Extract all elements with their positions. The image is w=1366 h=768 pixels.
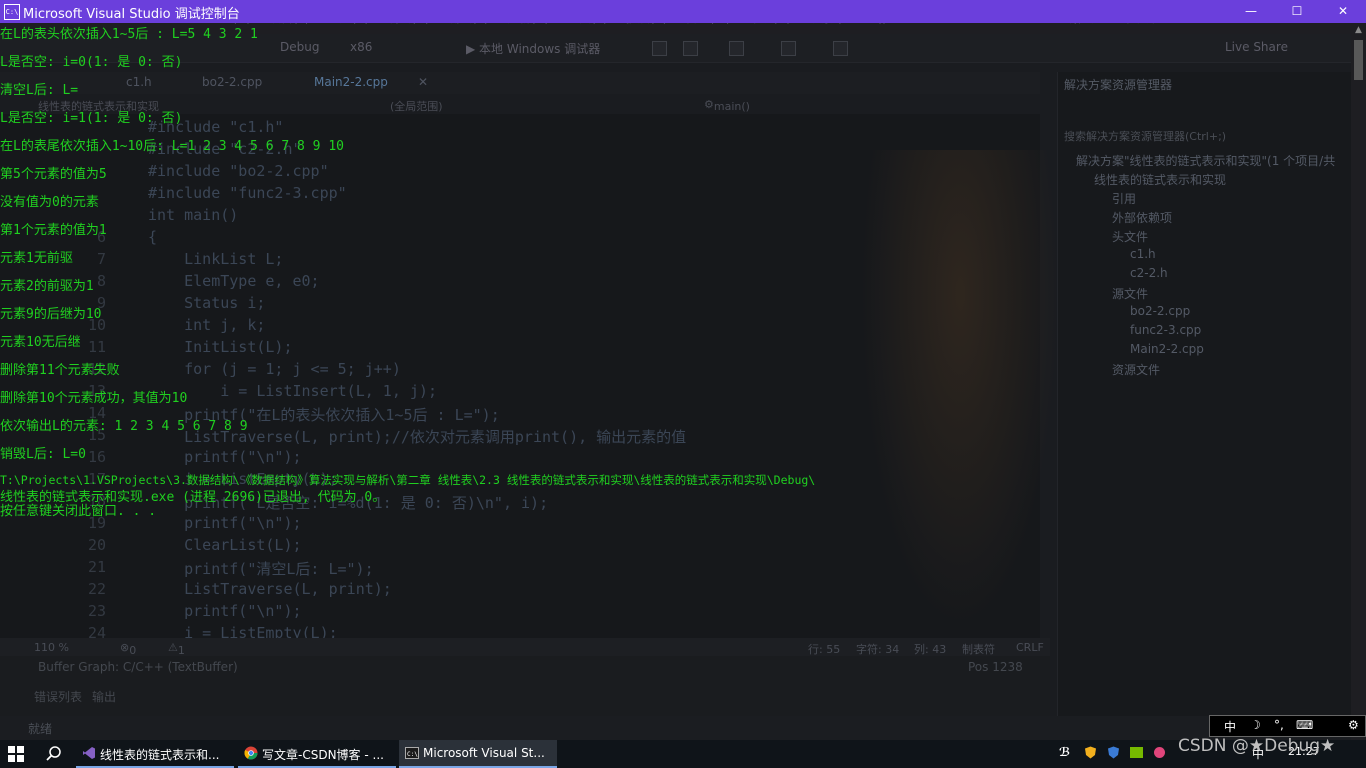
- search-icon[interactable]: [45, 745, 63, 763]
- close-button[interactable]: ✕: [1320, 0, 1366, 23]
- console-line: 销毁L后: L=0: [0, 447, 86, 462]
- minimize-button[interactable]: —: [1228, 0, 1274, 23]
- gear-icon[interactable]: ⚙: [1348, 718, 1359, 732]
- task-label: 线性表的链式表示和...: [100, 748, 220, 762]
- console-line: 依次输出L的元素: 1 2 3 4 5 6 7 8 9: [0, 419, 248, 434]
- app-tray-icon[interactable]: ℬ: [1059, 745, 1070, 759]
- console-line: 在L的表尾依次插入1~10后: L=1 2 3 4 5 6 7 8 9 10: [0, 139, 344, 154]
- console-line: 第5个元素的值为5: [0, 167, 107, 182]
- debug-console-window: C:\ Microsoft Visual Studio 调试控制台 — ☐ ✕ …: [0, 0, 1366, 740]
- scroll-thumb[interactable]: [1354, 40, 1363, 80]
- ime-punctuation-icon[interactable]: °,: [1274, 718, 1284, 732]
- console-line: 元素9的后继为10: [0, 307, 102, 322]
- ime-toolbar: 中 ☽ °, ⌨ ⚙: [1209, 715, 1366, 737]
- console-line: 第1个元素的值为1: [0, 223, 107, 238]
- console-scrollbar[interactable]: ▲ ▼: [1351, 23, 1366, 740]
- console-line: 删除第10个元素成功，其值为10: [0, 391, 188, 406]
- maximize-button[interactable]: ☐: [1274, 0, 1320, 23]
- console-line: L是否空: i=0(1: 是 0: 否): [0, 55, 183, 70]
- game-icon[interactable]: [1153, 746, 1166, 759]
- console-icon: C:\: [405, 747, 419, 759]
- console-exit-line: 按任意键关闭此窗口. . .: [0, 504, 157, 519]
- task-label: 写文章-CSDN博客 - ...: [262, 748, 384, 762]
- console-line: 没有值为0的元素: [0, 195, 99, 210]
- chrome-icon: [244, 746, 258, 760]
- task-chrome[interactable]: 写文章-CSDN博客 - ...: [238, 740, 396, 768]
- console-line: 元素1无前驱: [0, 251, 73, 266]
- console-app-icon: C:\: [4, 4, 20, 20]
- console-line: 元素2的前驱为1: [0, 279, 94, 294]
- ime-halfwidth-icon[interactable]: ☽: [1250, 718, 1261, 732]
- visual-studio-icon: [83, 747, 95, 759]
- console-line: 在L的表头依次插入1~5后 : L=5 4 3 2 1: [0, 27, 258, 42]
- svg-text:C:\: C:\: [407, 751, 418, 758]
- csdn-watermark: CSDN @★Debug★: [1178, 736, 1336, 756]
- windows-start-icon[interactable]: [8, 746, 24, 762]
- shield-icon[interactable]: [1107, 746, 1120, 759]
- console-line: L是否空: i=1(1: 是 0: 否): [0, 111, 183, 126]
- windows-taskbar: 线性表的链式表示和... 写文章-CSDN博客 - ... C:\ Micros…: [0, 736, 1366, 768]
- console-title: Microsoft Visual Studio 调试控制台: [23, 7, 240, 22]
- console-line: 元素10无后继: [0, 335, 81, 350]
- task-label: Microsoft Visual St...: [423, 746, 545, 760]
- ime-mode-icon[interactable]: 中: [1224, 718, 1236, 735]
- console-line: 删除第11个元素失败: [0, 363, 120, 378]
- security-icon[interactable]: [1084, 746, 1097, 759]
- task-console[interactable]: C:\ Microsoft Visual St...: [399, 740, 557, 768]
- scroll-up-icon[interactable]: ▲: [1351, 23, 1366, 38]
- nvidia-icon[interactable]: [1130, 746, 1143, 759]
- task-visual-studio[interactable]: 线性表的链式表示和...: [76, 740, 234, 768]
- console-titlebar[interactable]: C:\ Microsoft Visual Studio 调试控制台 — ☐ ✕: [0, 0, 1366, 23]
- console-line: 清空L后: L=: [0, 83, 79, 98]
- keyboard-icon[interactable]: ⌨: [1296, 718, 1313, 732]
